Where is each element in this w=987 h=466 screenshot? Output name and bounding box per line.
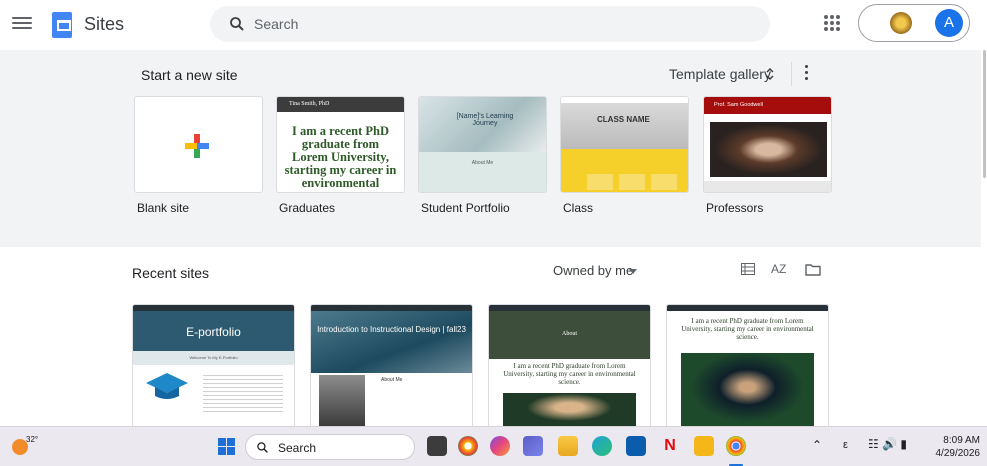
chrome-active-icon[interactable] [726, 436, 746, 456]
search-placeholder: Search [254, 16, 299, 32]
unfold-icon[interactable] [766, 67, 774, 81]
recent-sites-title: Recent sites [132, 265, 210, 281]
owner-filter-dropdown[interactable]: Owned by me [553, 263, 633, 278]
site-text: I am a recent PhD graduate from Lorem Un… [503, 362, 636, 386]
taskbar-search-label: Search [278, 441, 317, 455]
main-menu-icon[interactable] [12, 14, 32, 34]
divider [791, 62, 792, 86]
taskbar: 32° Search N ⌃ ε ☷ 🔊 ▮ 8:09 AM 4/29/2026 [0, 426, 987, 466]
template-preview-title: [Name]'s Learning Journey [456, 113, 514, 127]
chevron-up-icon[interactable]: ⌃ [812, 438, 822, 452]
site-about: About Me [381, 377, 403, 383]
graduation-cap-icon [146, 373, 188, 399]
edge-icon[interactable] [592, 436, 612, 456]
netflix-icon[interactable]: N [660, 436, 680, 456]
windows-start-icon[interactable] [218, 438, 235, 455]
template-label[interactable]: Class [563, 201, 593, 215]
template-preview-banner: [Name]'s Learning Journey [419, 97, 546, 152]
dropdown-arrow-icon[interactable] [629, 269, 637, 274]
site-welcome: Welcome To My E-Portfolio [133, 351, 294, 365]
template-blank-site[interactable] [134, 96, 263, 193]
copilot-icon[interactable] [490, 436, 510, 456]
google-apps-icon[interactable] [824, 15, 840, 31]
avatar[interactable]: A [935, 9, 963, 37]
template-preview-title: CLASS NAME [597, 115, 650, 124]
search-input[interactable]: Search [210, 6, 770, 42]
template-label[interactable]: Graduates [279, 201, 335, 215]
recent-site-card[interactable]: About I am a recent PhD graduate from Lo… [488, 304, 651, 428]
template-class[interactable]: CLASS NAME [560, 96, 689, 193]
clock-date: 4/29/2026 [935, 448, 981, 459]
organization-logo-icon [890, 12, 912, 34]
search-icon[interactable] [228, 15, 246, 33]
folder-icon[interactable] [805, 263, 821, 276]
sites-logo-icon[interactable] [52, 12, 72, 38]
site-text: I am a recent PhD graduate from Lorem Un… [681, 317, 814, 341]
system-clock[interactable]: 8:09 AM 4/29/2026 [934, 434, 981, 460]
template-label[interactable]: Student Portfolio [421, 201, 510, 215]
chrome-icon[interactable] [458, 436, 478, 456]
template-label[interactable]: Professors [706, 201, 763, 215]
site-banner: About [489, 311, 650, 359]
store-icon[interactable] [626, 436, 646, 456]
account-switcher[interactable]: A [858, 4, 970, 42]
app-title[interactable]: Sites [84, 14, 124, 35]
top-app-bar: Sites Search A [0, 0, 987, 50]
teams-icon[interactable] [523, 436, 543, 456]
recent-site-card[interactable]: E-portfolio Welcome To My E-Portfolio [132, 304, 295, 428]
weather-widget[interactable]: 32° [12, 435, 38, 457]
more-options-icon[interactable] [805, 65, 809, 81]
scrollbar[interactable] [983, 50, 986, 178]
file-explorer-icon[interactable] [558, 436, 578, 456]
search-icon [257, 442, 268, 453]
weather-temperature: 32° [26, 435, 39, 444]
template-preview-text: I am a recent PhD graduate from Lorem Un… [284, 124, 397, 190]
site-banner: Introduction to Instructional Design | f… [311, 311, 472, 373]
template-preview-header: Prof. Sam Goodwell [704, 97, 831, 114]
template-gallery-button[interactable]: Template gallery [669, 66, 771, 82]
template-label[interactable]: Blank site [137, 201, 189, 215]
clock-time: 8:09 AM [943, 435, 980, 446]
template-preview-photo [710, 122, 827, 177]
site-photo [681, 353, 814, 427]
template-professors[interactable]: Prof. Sam Goodwell [703, 96, 832, 193]
language-indicator[interactable]: ε [843, 439, 848, 451]
office-icon[interactable] [694, 436, 714, 456]
template-preview-about: About Me [471, 160, 494, 166]
template-student-portfolio[interactable]: [Name]'s Learning Journey About Me [418, 96, 547, 193]
task-view-icon[interactable] [427, 436, 447, 456]
wifi-sound-battery-icons[interactable]: ☷ 🔊 ▮ [868, 437, 907, 451]
template-preview-banner: CLASS NAME [561, 97, 688, 149]
template-graduates[interactable]: Tina Smith, PhD I am a recent PhD gradua… [276, 96, 405, 193]
template-preview-body [561, 149, 688, 192]
section-title: Start a new site [141, 67, 238, 83]
template-section: Start a new site Template gallery Blank … [0, 50, 981, 247]
site-photo [503, 393, 636, 427]
taskbar-search[interactable]: Search [245, 434, 415, 460]
plus-icon [185, 143, 209, 149]
recent-site-card[interactable]: Introduction to Instructional Design | f… [310, 304, 473, 428]
list-view-icon[interactable] [741, 263, 755, 275]
template-preview-body: About Me [419, 152, 546, 192]
site-photo [319, 375, 365, 427]
sort-az-icon[interactable]: AZ [771, 262, 786, 276]
recent-site-card[interactable]: I am a recent PhD graduate from Lorem Un… [666, 304, 829, 428]
site-banner: E-portfolio [133, 311, 294, 351]
template-preview-header: Tina Smith, PhD [277, 97, 404, 112]
